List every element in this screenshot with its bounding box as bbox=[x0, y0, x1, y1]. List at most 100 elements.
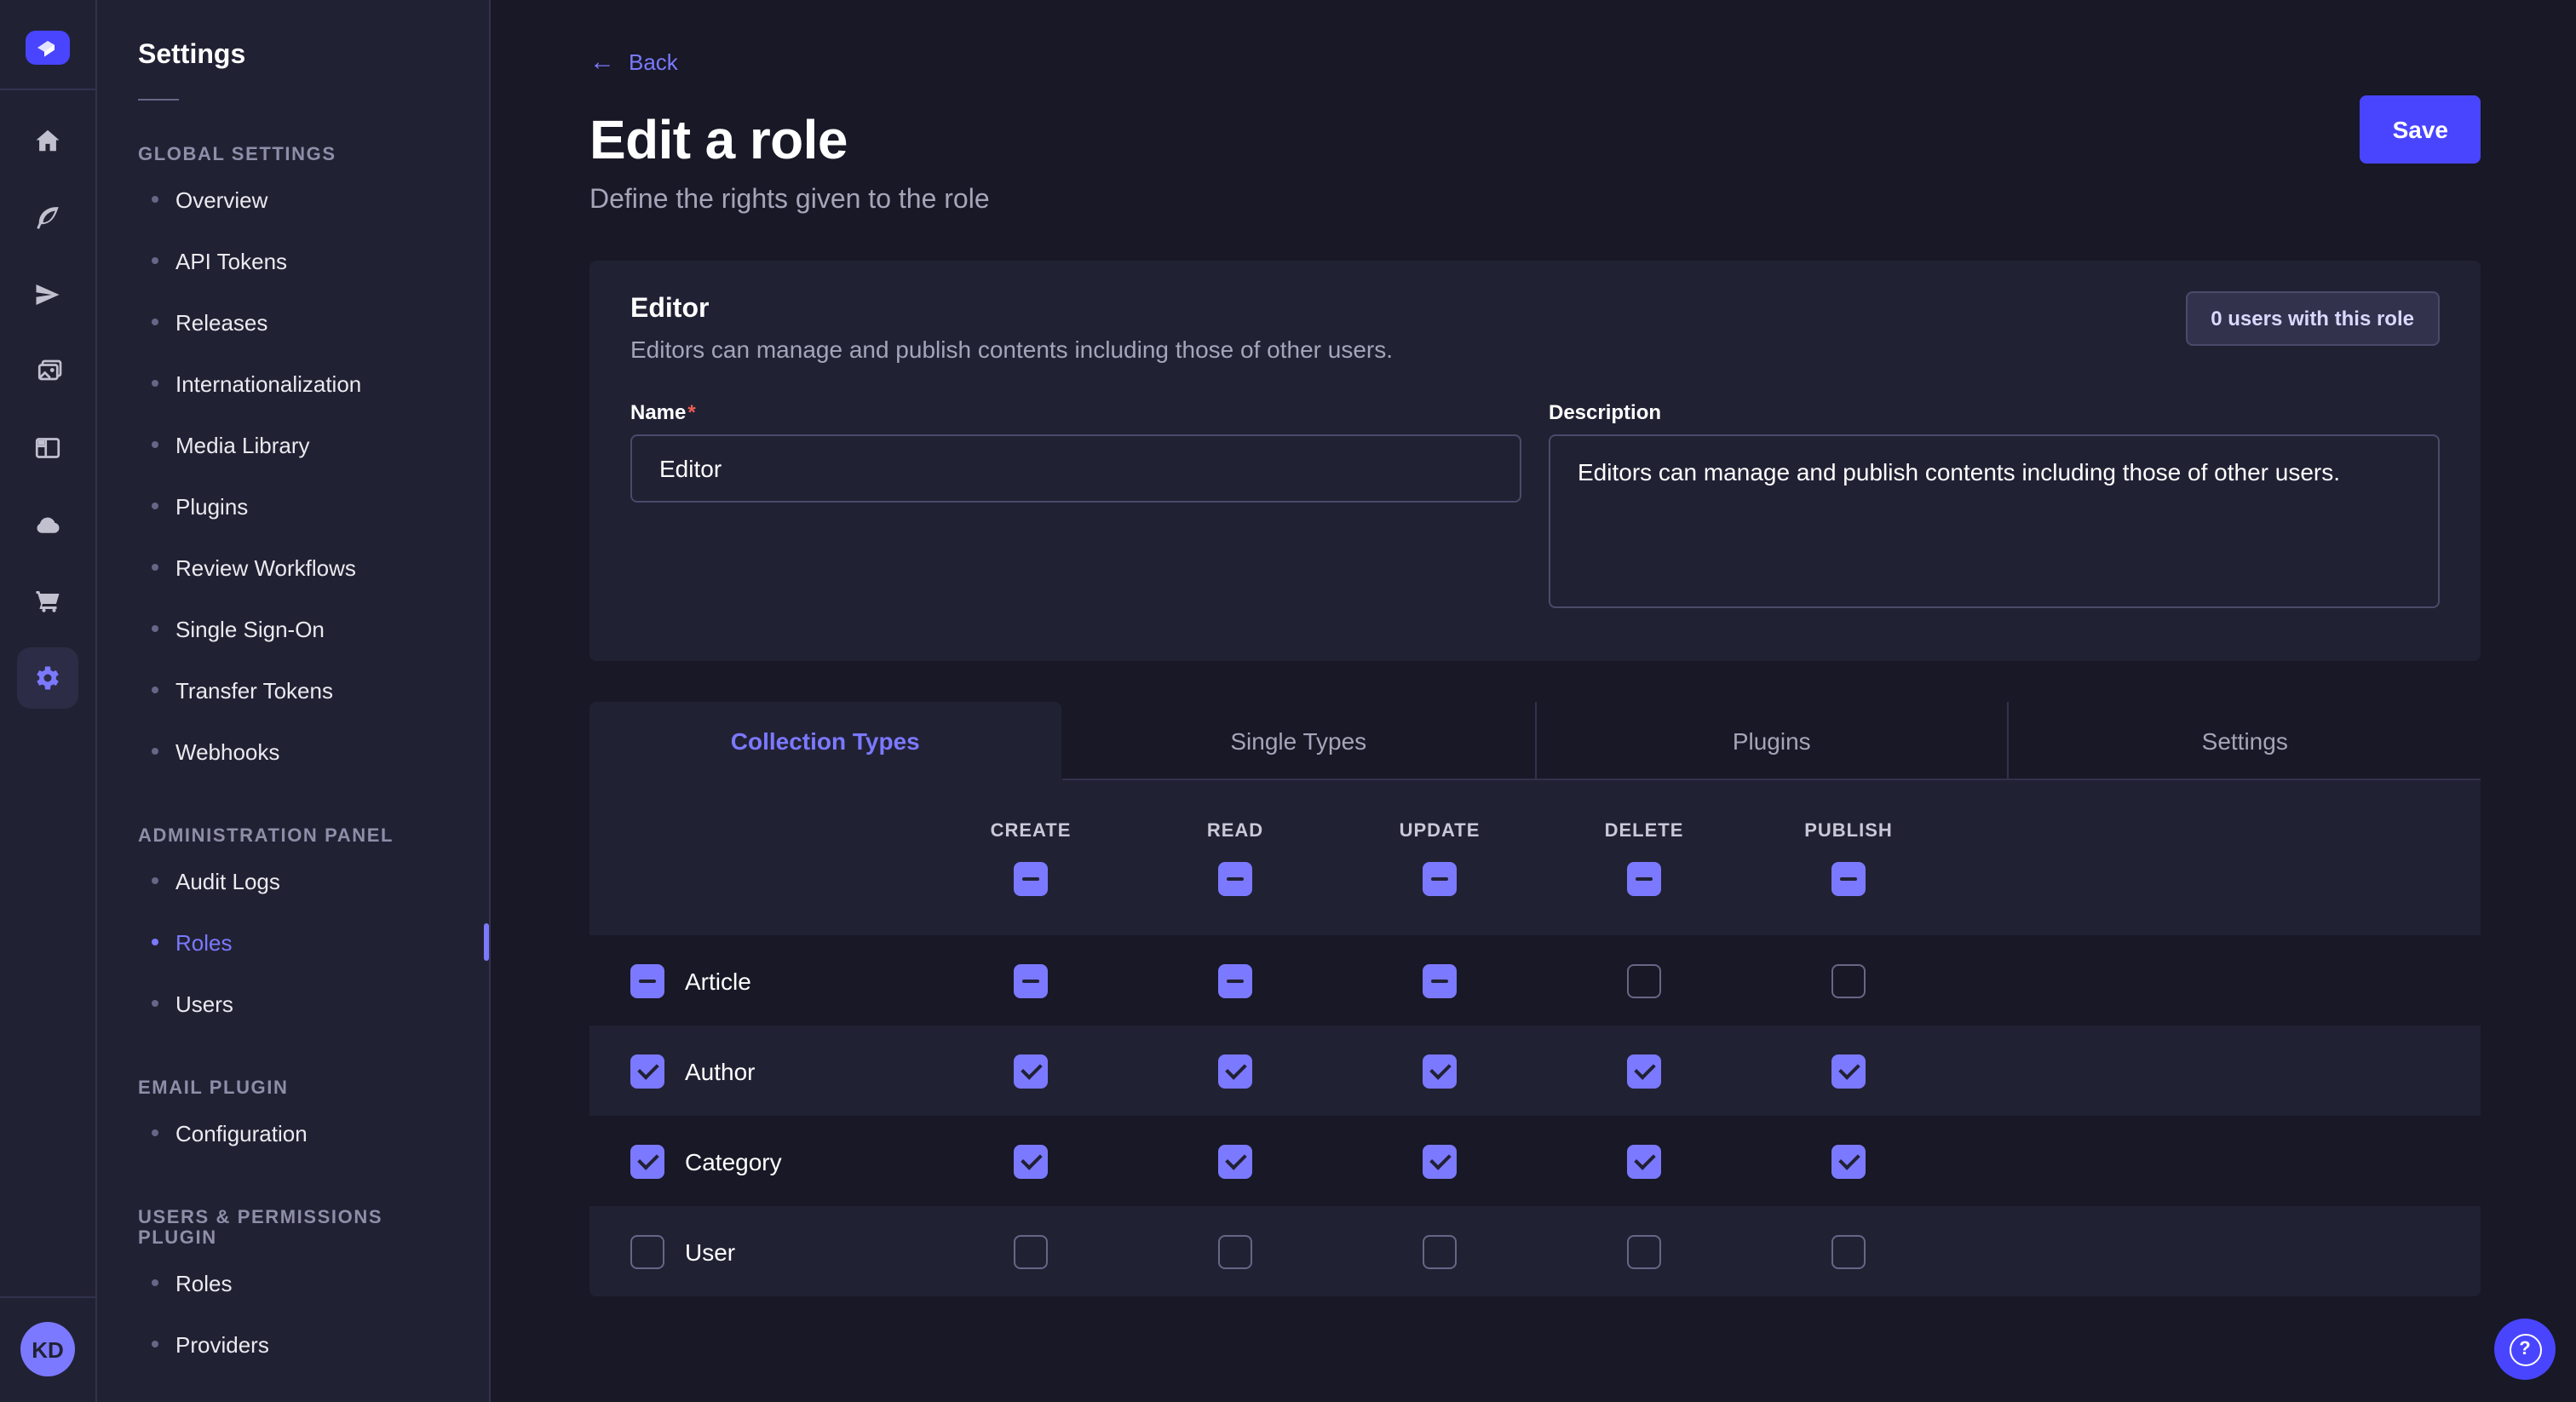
sidebar-item-label: Configuration bbox=[175, 1120, 308, 1146]
user-update-checkbox[interactable] bbox=[1423, 1234, 1457, 1268]
sidebar-item-roles[interactable]: Roles bbox=[97, 1252, 489, 1313]
tab-plugins[interactable]: Plugins bbox=[1534, 702, 2008, 780]
sidebar-item-audit-logs[interactable]: Audit Logs bbox=[97, 850, 489, 911]
article-create-checkbox[interactable] bbox=[1014, 963, 1048, 997]
sidebar-section-label: GLOBAL SETTINGS bbox=[138, 145, 448, 165]
select-all-read-checkbox[interactable] bbox=[1218, 861, 1252, 895]
author-update-checkbox[interactable] bbox=[1423, 1054, 1457, 1088]
sidebar-item-roles[interactable]: Roles bbox=[97, 911, 489, 973]
user-avatar[interactable]: KD bbox=[20, 1322, 75, 1376]
sidebar-item-providers[interactable]: Providers bbox=[97, 1313, 489, 1375]
content-feather-icon[interactable] bbox=[17, 187, 78, 249]
sidebar-item-plugins[interactable]: Plugins bbox=[97, 475, 489, 537]
author-read-checkbox[interactable] bbox=[1218, 1054, 1252, 1088]
strapi-admin-app: KD Settings GLOBAL SETTINGS Overview API T… bbox=[0, 0, 2576, 1402]
permission-row-category: Category bbox=[589, 1116, 2481, 1206]
select-row-user-checkbox[interactable] bbox=[630, 1234, 664, 1268]
user-delete-checkbox[interactable] bbox=[1627, 1234, 1661, 1268]
bullet-dot-icon bbox=[152, 877, 158, 884]
select-all-publish-checkbox[interactable] bbox=[1831, 861, 1866, 895]
sidebar-item-label: API Tokens bbox=[175, 248, 287, 273]
sidebar-item-internationalization[interactable]: Internationalization bbox=[97, 353, 489, 414]
category-read-checkbox[interactable] bbox=[1218, 1144, 1252, 1178]
permission-cell bbox=[929, 963, 1133, 997]
content-type-label: User bbox=[685, 1238, 735, 1265]
marketplace-cart-icon[interactable] bbox=[17, 571, 78, 632]
select-all-update-checkbox[interactable] bbox=[1423, 861, 1457, 895]
sidebar-item-configuration[interactable]: Configuration bbox=[97, 1102, 489, 1164]
sidebar-item-media-library[interactable]: Media Library bbox=[97, 414, 489, 475]
permissions-panel: CreateReadUpdateDeletePublish ArticleAut… bbox=[589, 780, 2481, 1296]
bullet-dot-icon bbox=[152, 748, 158, 755]
bullet-dot-icon bbox=[152, 1341, 158, 1347]
description-field-group: Description Editors can manage and publi… bbox=[1549, 400, 2440, 617]
media-library-images-icon[interactable] bbox=[17, 341, 78, 402]
sidebar-item-review-workflows[interactable]: Review Workflows bbox=[97, 537, 489, 598]
article-read-checkbox[interactable] bbox=[1218, 963, 1252, 997]
save-button[interactable]: Save bbox=[2360, 95, 2481, 164]
cloud-icon[interactable] bbox=[17, 494, 78, 555]
content-type-builder-layout-icon[interactable] bbox=[17, 417, 78, 479]
content-type-label: Author bbox=[685, 1057, 756, 1084]
tab-collection-types[interactable]: Collection Types bbox=[589, 702, 1061, 780]
author-delete-checkbox[interactable] bbox=[1627, 1054, 1661, 1088]
user-read-checkbox[interactable] bbox=[1218, 1234, 1252, 1268]
home-icon[interactable] bbox=[17, 111, 78, 172]
bullet-dot-icon bbox=[152, 503, 158, 509]
article-delete-checkbox[interactable] bbox=[1627, 963, 1661, 997]
bullet-dot-icon bbox=[152, 1000, 158, 1007]
permission-cell bbox=[1542, 1234, 1746, 1268]
author-create-checkbox[interactable] bbox=[1014, 1054, 1048, 1088]
category-create-checkbox[interactable] bbox=[1014, 1144, 1048, 1178]
column-label: Create bbox=[991, 820, 1072, 841]
sidebar-item-transfer-tokens[interactable]: Transfer Tokens bbox=[97, 659, 489, 721]
select-row-author-checkbox[interactable] bbox=[630, 1054, 664, 1088]
sidebar-item-overview[interactable]: Overview bbox=[97, 169, 489, 230]
category-delete-checkbox[interactable] bbox=[1627, 1144, 1661, 1178]
users-with-role-badge: 0 users with this role bbox=[2185, 291, 2440, 346]
sidebar-section-label: ADMINISTRATION PANEL bbox=[138, 826, 448, 847]
permission-cell bbox=[1542, 1054, 1746, 1088]
user-create-checkbox[interactable] bbox=[1014, 1234, 1048, 1268]
select-all-delete-checkbox[interactable] bbox=[1627, 861, 1661, 895]
select-row-article-checkbox[interactable] bbox=[630, 963, 664, 997]
content-type-cell: Article bbox=[589, 963, 929, 997]
strapi-logo[interactable] bbox=[26, 31, 70, 65]
select-row-category-checkbox[interactable] bbox=[630, 1144, 664, 1178]
select-all-create-checkbox[interactable] bbox=[1014, 861, 1048, 895]
sidebar-item-releases[interactable]: Releases bbox=[97, 291, 489, 353]
help-button[interactable]: ? bbox=[2494, 1319, 2556, 1380]
category-update-checkbox[interactable] bbox=[1423, 1144, 1457, 1178]
user-publish-checkbox[interactable] bbox=[1831, 1234, 1866, 1268]
sidebar-item-label: Releases bbox=[175, 309, 267, 335]
bullet-dot-icon bbox=[152, 380, 158, 387]
category-publish-checkbox[interactable] bbox=[1831, 1144, 1866, 1178]
article-update-checkbox[interactable] bbox=[1423, 963, 1457, 997]
sidebar-item-single-sign-on[interactable]: Single Sign-On bbox=[97, 598, 489, 659]
permission-cell bbox=[1542, 963, 1746, 997]
permission-cell bbox=[1133, 1234, 1337, 1268]
sidebar-item-users[interactable]: Users bbox=[97, 973, 489, 1034]
sidebar-item-api-tokens[interactable]: API Tokens bbox=[97, 230, 489, 291]
bullet-dot-icon bbox=[152, 319, 158, 325]
role-form: Name* Description Editors can manage and… bbox=[630, 400, 2440, 617]
column-label: Publish bbox=[1804, 820, 1893, 841]
permission-cell bbox=[1133, 963, 1337, 997]
author-publish-checkbox[interactable] bbox=[1831, 1054, 1866, 1088]
sidebar-item-label: Providers bbox=[175, 1331, 269, 1357]
role-name-input[interactable] bbox=[630, 434, 1521, 503]
sidebar-sections: GLOBAL SETTINGS Overview API Tokens Release… bbox=[97, 145, 489, 1375]
content-type-cell: Author bbox=[589, 1054, 929, 1088]
page-subtitle: Define the rights given to the role bbox=[589, 186, 2481, 216]
back-link[interactable]: ← Back bbox=[589, 49, 678, 75]
sidebar-item-label: Single Sign-On bbox=[175, 616, 325, 641]
sidebar-item-webhooks[interactable]: Webhooks bbox=[97, 721, 489, 782]
article-publish-checkbox[interactable] bbox=[1831, 963, 1866, 997]
role-description-textarea[interactable]: Editors can manage and publish contents … bbox=[1549, 434, 2440, 608]
deploy-paper-plane-icon[interactable] bbox=[17, 264, 78, 325]
tab-settings[interactable]: Settings bbox=[2008, 702, 2481, 780]
permission-cell bbox=[1746, 1234, 1951, 1268]
settings-gear-icon[interactable] bbox=[17, 647, 78, 709]
tab-single-types[interactable]: Single Types bbox=[1061, 702, 1535, 780]
settings-sidebar: Settings GLOBAL SETTINGSOverviewAPI Toke… bbox=[97, 0, 491, 1402]
